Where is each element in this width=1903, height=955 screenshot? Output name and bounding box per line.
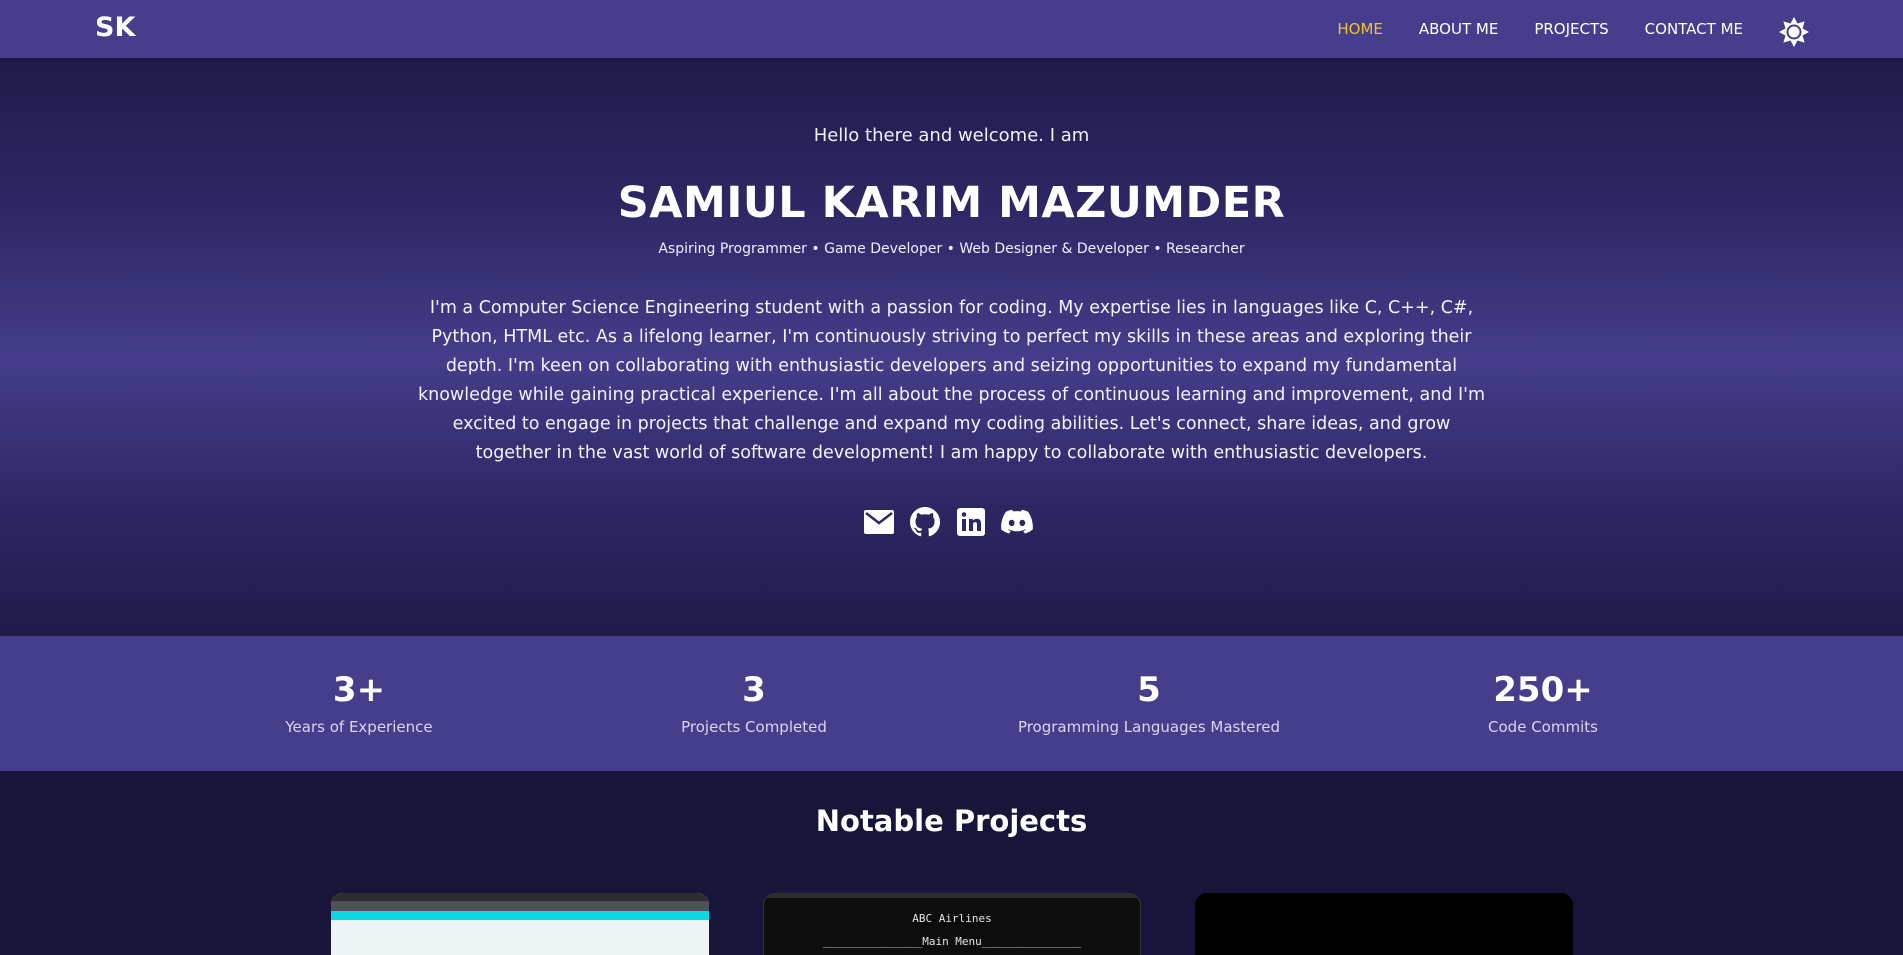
sun-icon <box>1779 17 1809 47</box>
github-icon[interactable] <box>909 506 941 538</box>
navbar: SK HOME ABOUT ME PROJECTS CONTACT ME <box>0 0 1903 58</box>
project-card-airlines[interactable]: ABC Airlines _______________Main Menu___… <box>763 893 1141 955</box>
linkedin-icon[interactable] <box>955 506 987 538</box>
browser-urlbar <box>331 901 709 911</box>
project-card-web[interactable] <box>331 893 709 955</box>
stat-value: 250+ <box>1493 670 1593 710</box>
stat-projects-completed: 3 Projects Completed <box>604 636 904 736</box>
terminal-titlebar <box>764 894 1140 898</box>
stat-value: 3 <box>742 670 766 710</box>
stat-label: Code Commits <box>1488 718 1598 736</box>
hero-name: SAMIUL KARIM MAZUMDER <box>617 178 1286 228</box>
projects-title: Notable Projects <box>815 804 1088 838</box>
stats-band: 3+ Years of Experience 3 Projects Comple… <box>0 636 1903 771</box>
hero-bio: I'm a Computer Science Engineering stude… <box>417 298 1486 463</box>
hero-section: Hello there and welcome. I am SAMIUL KAR… <box>0 58 1903 636</box>
stat-years-experience: 3+ Years of Experience <box>209 636 509 736</box>
project-card-video[interactable] <box>1195 893 1573 955</box>
theme-toggle-button[interactable] <box>1778 16 1810 48</box>
social-links <box>863 506 1033 538</box>
projects-section: Notable Projects ABC Airlines __________… <box>0 771 1903 955</box>
nav-link-projects[interactable]: PROJECTS <box>1534 20 1608 38</box>
site-logo[interactable]: SK <box>95 12 135 43</box>
discord-icon[interactable] <box>1001 506 1033 538</box>
stat-label: Projects Completed <box>681 718 827 736</box>
nav-links: HOME ABOUT ME PROJECTS CONTACT ME <box>1337 20 1743 38</box>
stat-value: 3+ <box>332 670 386 710</box>
terminal-line: ABC Airlines <box>912 912 992 925</box>
stat-label: Programming Languages Mastered <box>1017 718 1281 736</box>
browser-tabbar <box>331 893 709 901</box>
stat-languages-mastered: 5 Programming Languages Mastered <box>999 636 1299 736</box>
email-icon[interactable] <box>863 506 895 538</box>
hero-greeting: Hello there and welcome. I am <box>813 125 1090 146</box>
nav-link-about-me[interactable]: ABOUT ME <box>1419 20 1498 38</box>
stat-code-commits: 250+ Code Commits <box>1393 636 1693 736</box>
hero-roles: Aspiring Programmer • Game Developer • W… <box>658 241 1245 257</box>
stat-label: Years of Experience <box>285 718 433 736</box>
site-navbar-preview <box>331 911 709 920</box>
nav-link-home[interactable]: HOME <box>1337 20 1383 38</box>
terminal-line: _______________Main Menu_______________ <box>822 935 1082 948</box>
nav-link-contact-me[interactable]: CONTACT ME <box>1645 20 1743 38</box>
stat-value: 5 <box>1137 670 1161 710</box>
